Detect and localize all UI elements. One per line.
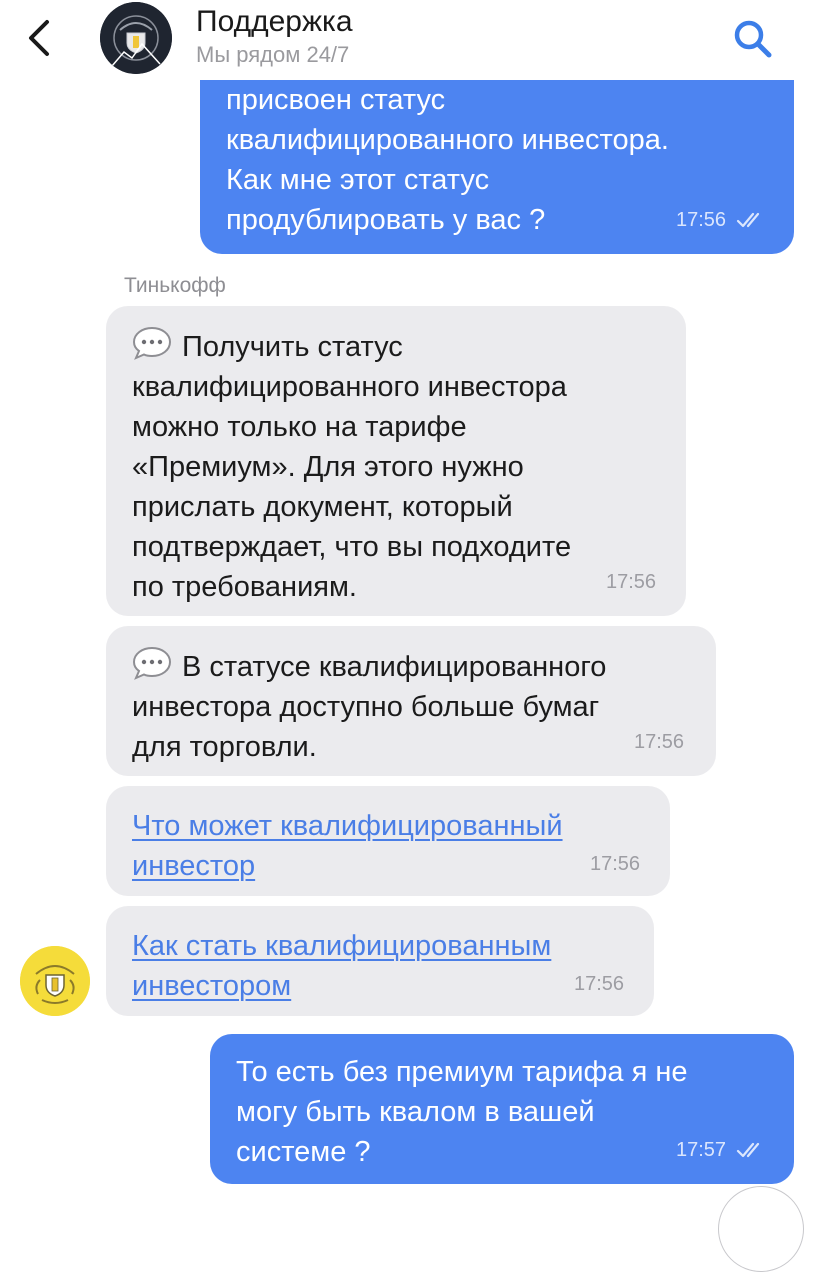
outgoing-message[interactable]: То есть без премиум тарифа я не могу быт… (210, 1034, 794, 1184)
page-title: Поддержка (196, 5, 353, 38)
incoming-message[interactable]: В статусе квалифицированного инвестора д… (106, 626, 716, 776)
incoming-message[interactable]: Получить статус квалифицированного инвес… (106, 306, 686, 616)
search-button[interactable] (728, 14, 778, 64)
message-text: В статусе квалифицированного инвестора д… (132, 646, 696, 767)
message-time: 17:56 (676, 209, 727, 231)
search-icon (734, 20, 772, 58)
scroll-down-button[interactable] (718, 1186, 804, 1272)
double-check-icon (736, 1142, 760, 1158)
sender-name: Тинькофф (124, 274, 226, 297)
message-body: Получить статус квалифицированного инвес… (132, 331, 572, 603)
link-message: Как стать квалифицированным инвестором 1… (106, 906, 654, 1016)
link-what-qualified-investor-can[interactable]: Что может квалифицированный инвестор (132, 806, 650, 886)
chevron-left-icon (29, 20, 49, 56)
message-time: 17:56 (574, 973, 625, 995)
speech-bubble-icon (132, 326, 172, 360)
support-avatar[interactable] (100, 2, 172, 74)
speech-bubble-icon (132, 646, 172, 680)
message-body: В статусе квалифицированного инвестора д… (132, 651, 607, 763)
message-time: 17:57 (676, 1139, 727, 1161)
double-check-icon (736, 212, 760, 228)
message-text: Получить статус квалифицированного инвес… (132, 326, 666, 607)
message-time: 17:56 (634, 731, 685, 753)
back-button[interactable] (18, 16, 58, 60)
message-time: 17:56 (606, 571, 657, 593)
page-subtitle: Мы рядом 24/7 (196, 42, 350, 67)
tinkoff-logo-icon (100, 2, 172, 74)
chat-header: Поддержка Мы рядом 24/7 (0, 0, 814, 80)
link-message: Что может квалифицированный инвестор 17:… (106, 786, 670, 896)
tinkoff-crest-icon (20, 946, 90, 1016)
bot-avatar[interactable] (20, 946, 90, 1016)
message-time: 17:56 (590, 853, 641, 875)
link-how-become-qualified-investor[interactable]: Как стать квалифицированным инвестором (132, 926, 634, 1006)
